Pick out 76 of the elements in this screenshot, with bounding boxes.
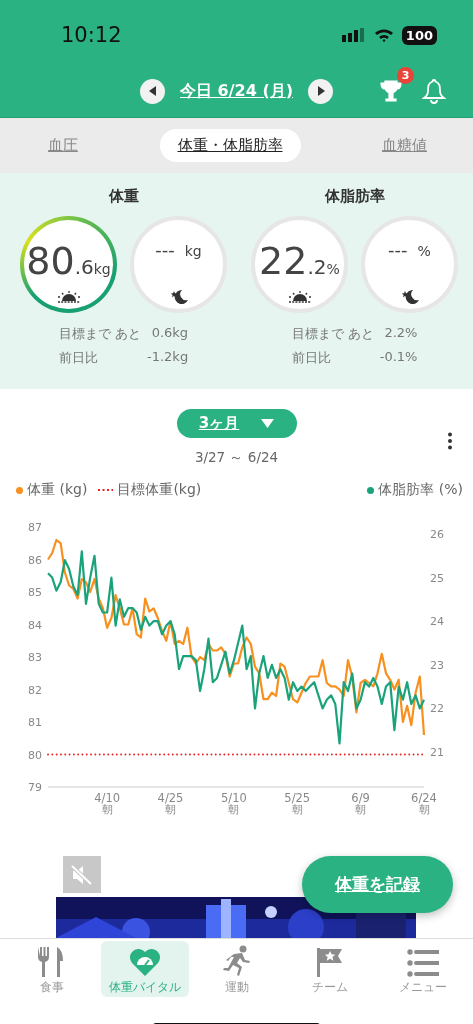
wifi-icon bbox=[373, 28, 394, 42]
axis-tick-label: 85 bbox=[28, 586, 42, 599]
reading-value: --- bbox=[155, 238, 175, 260]
axis-tick-label: 81 bbox=[28, 716, 42, 729]
axis-tick-label: 82 bbox=[28, 683, 42, 697]
sunrise-icon bbox=[287, 290, 312, 303]
axis-tick-label: 22 bbox=[430, 702, 444, 716]
date-range: 3/27 ～ 6/24 bbox=[194, 449, 279, 467]
reading-value: 80 bbox=[26, 240, 75, 281]
stat-value: -1.2kg bbox=[147, 349, 189, 366]
bell-icon[interactable] bbox=[422, 78, 446, 104]
legend-label: 目標体重(kg) bbox=[117, 481, 202, 499]
legend-label: 体脂肪率 (%) bbox=[378, 481, 463, 499]
moon-star-icon bbox=[168, 288, 189, 305]
axis-tick-label: 86 bbox=[28, 553, 42, 567]
trophy-icon[interactable] bbox=[378, 78, 404, 104]
more-options-icon[interactable] bbox=[447, 432, 453, 450]
left-triangle-icon bbox=[147, 85, 158, 97]
morning-reading-card[interactable]: 22.2% bbox=[251, 216, 348, 313]
reading-value: 22 bbox=[259, 240, 308, 281]
legend-dot bbox=[367, 486, 375, 494]
metric-title: 体重 bbox=[108, 187, 139, 206]
reading-decimal: .2 bbox=[307, 254, 327, 279]
tab[interactable]: 血糖値 bbox=[364, 129, 445, 162]
previous-day-button[interactable] bbox=[140, 78, 165, 104]
reading-unit: % bbox=[326, 260, 340, 277]
stat-label: 前日比 bbox=[291, 349, 332, 367]
axis-tick-label: 83 bbox=[28, 651, 42, 664]
tab[interactable]: 体重・体脂肪率 bbox=[159, 129, 301, 162]
notification-badge: 3 bbox=[397, 67, 414, 84]
status-time: 10:12 bbox=[61, 23, 122, 47]
stat-value: -0.1% bbox=[379, 349, 418, 366]
axis-tick-label: 84 bbox=[28, 618, 42, 632]
evening-reading-card[interactable]: --- kg bbox=[130, 216, 227, 313]
moon-star-icon bbox=[399, 288, 420, 305]
axis-tick-label: 21 bbox=[430, 746, 444, 759]
muted-speaker-icon bbox=[70, 863, 94, 886]
axis-tick-label: 24 bbox=[430, 615, 444, 629]
caret-icon bbox=[261, 419, 275, 428]
tab[interactable]: 血圧 bbox=[30, 129, 96, 162]
evening-reading-card[interactable]: --- % bbox=[361, 216, 458, 313]
stat-label: 前日比 bbox=[58, 349, 99, 367]
legend-dotted-icon bbox=[97, 488, 114, 492]
right-triangle-icon bbox=[315, 85, 326, 97]
sunrise-icon bbox=[56, 290, 81, 303]
axis-tick-label: 80 bbox=[28, 748, 42, 762]
stat-label: 目標まで あと bbox=[58, 325, 141, 343]
record-weight-button[interactable]: 体重を記録 bbox=[302, 856, 453, 913]
stat-label: 目標まで あと bbox=[291, 325, 374, 343]
axis-tick-label: 26 bbox=[430, 528, 444, 541]
axis-tick-label: 79 bbox=[28, 781, 42, 794]
period-dropdown[interactable]: 3ヶ月 bbox=[176, 409, 297, 438]
menu-icon bbox=[406, 949, 439, 977]
date-link[interactable]: 今日 6/24 (月) bbox=[180, 80, 293, 102]
reading-unit: kg bbox=[184, 242, 202, 259]
stat-value: 2.2% bbox=[383, 325, 418, 342]
stat-value: 0.6kg bbox=[150, 325, 189, 342]
next-day-button[interactable] bbox=[308, 78, 333, 104]
signal-icon bbox=[341, 28, 366, 42]
nav-tab[interactable]: メニュー bbox=[378, 941, 467, 997]
axis-tick-label: 25 bbox=[430, 571, 444, 585]
heart-gauge-icon bbox=[128, 947, 161, 977]
reading-unit: % bbox=[417, 242, 431, 259]
nav-tab[interactable]: 運動 bbox=[193, 941, 282, 997]
axis-tick-label: 87 bbox=[28, 521, 42, 534]
nav-tab[interactable]: チーム bbox=[285, 941, 375, 997]
nav-tab[interactable]: 食事 bbox=[8, 941, 97, 997]
axis-tick-label: 23 bbox=[430, 658, 444, 672]
legend-label: 体重 (kg) bbox=[27, 481, 88, 499]
reading-value: --- bbox=[388, 238, 408, 260]
battery-level: 100 bbox=[401, 25, 437, 45]
legend-dot bbox=[16, 486, 23, 494]
reading-decimal: .6 bbox=[74, 254, 94, 279]
metric-title: 体脂肪率 bbox=[324, 187, 385, 206]
reading-unit: kg bbox=[93, 260, 111, 277]
nav-tab[interactable]: 体重バイタル bbox=[100, 941, 190, 997]
